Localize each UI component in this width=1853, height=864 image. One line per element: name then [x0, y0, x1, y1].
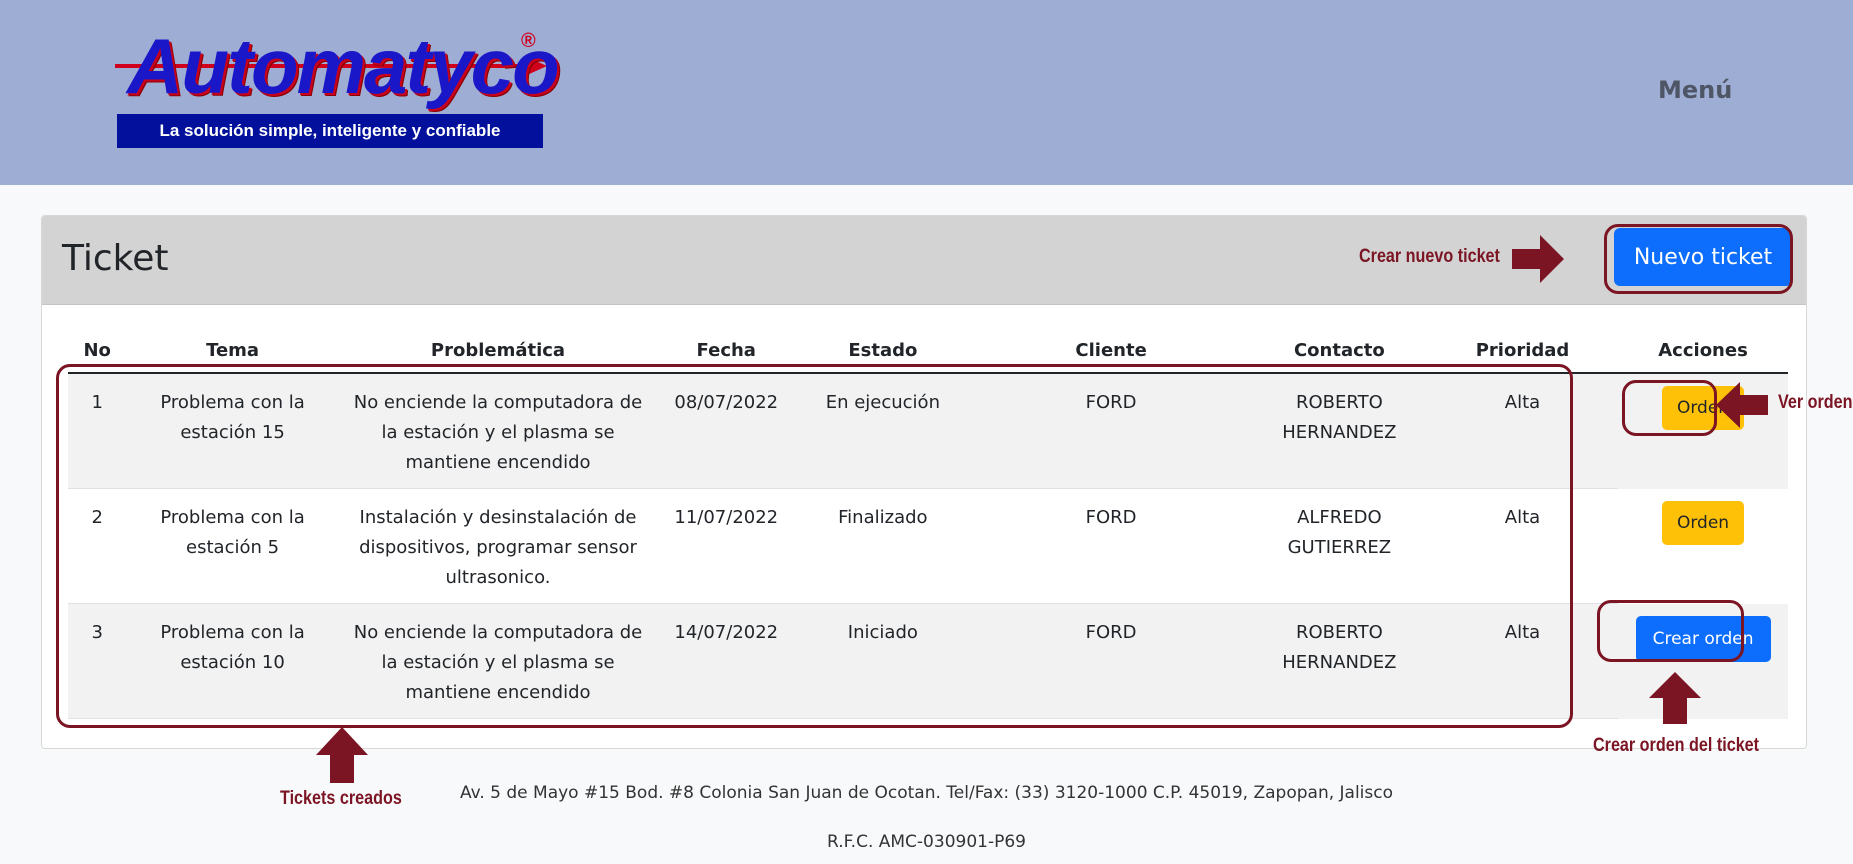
logo-registered-mark: ® — [521, 30, 536, 52]
site-header: Automatyco ® La solución simple, intelig… — [0, 0, 1853, 185]
arrow-left-icon — [1716, 382, 1768, 428]
cell-acciones: Orden — [1618, 488, 1788, 604]
annotation-label-crear-orden: Crear orden del ticket — [1593, 735, 1760, 756]
logo-wordmark: Automatyco — [127, 22, 560, 110]
footer-address: Av. 5 de Mayo #15 Bod. #8 Colonia San Ju… — [459, 783, 1394, 803]
logo-tagline: La solución simple, inteligente y confia… — [117, 114, 543, 148]
page-title: Ticket — [62, 238, 169, 279]
menu-link[interactable]: Menú — [1658, 76, 1732, 104]
annotation-highlight-orden — [1622, 380, 1717, 436]
arrow-up-icon — [1649, 672, 1701, 724]
annotation-label-ver-orden: Ver orden — [1778, 392, 1853, 413]
automatyco-logo[interactable]: Automatyco ® La solución simple, intelig… — [115, 22, 560, 150]
arrow-right-icon — [1512, 235, 1564, 283]
annotation-highlight-tickets — [56, 364, 1573, 728]
col-header-acciones: Acciones — [1618, 328, 1788, 374]
annotation-label-new-ticket: Crear nuevo ticket — [1359, 246, 1500, 267]
footer-rfc: R.F.C. AMC-030901-P69 — [827, 832, 1026, 852]
orden-button[interactable]: Orden — [1662, 500, 1745, 545]
annotation-highlight-new-ticket — [1604, 224, 1793, 294]
arrow-up-icon — [316, 727, 368, 783]
annotation-highlight-crear-orden — [1597, 600, 1744, 662]
